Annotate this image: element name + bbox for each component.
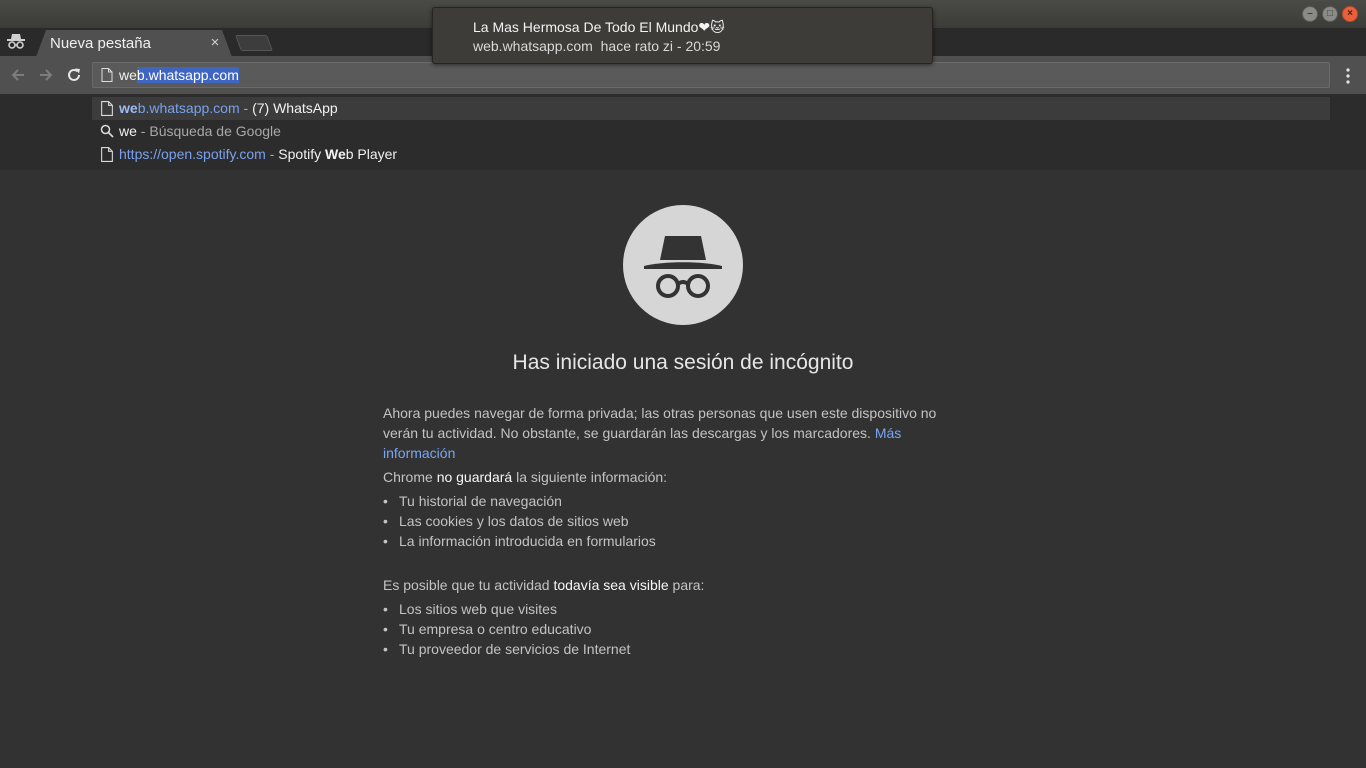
visible-list: Los sitios web que visites Tu empresa o … — [383, 599, 983, 659]
page-title: Has iniciado una sesión de incógnito — [512, 351, 854, 374]
forward-button[interactable] — [36, 65, 56, 85]
list-item: La información introducida en formulario… — [383, 531, 983, 551]
maximize-button[interactable]: □ — [1322, 6, 1338, 22]
notification-title: La Mas Hermosa De Todo El Mundo❤🐱 — [473, 19, 725, 35]
omnibox-suggestions: web.whatsapp.com - (7) WhatsApp we - Bús… — [0, 94, 1366, 170]
intro-text: Ahora puedes navegar de forma privada; l… — [383, 405, 937, 461]
incognito-hero-icon — [623, 205, 743, 325]
notification-message: hace rato zi - 20:59 — [600, 38, 721, 54]
search-icon — [100, 124, 114, 138]
not-saved-block: Chrome no guardará la siguiente informac… — [383, 467, 983, 575]
intro-block: Ahora puedes navegar de forma privada; l… — [383, 403, 983, 467]
page-icon — [101, 101, 113, 116]
menu-icon[interactable] — [1340, 67, 1356, 85]
suggestion-text: we - Búsqueda de Google — [119, 123, 281, 139]
visible-block: Es posible que tu actividad todavía sea … — [383, 575, 983, 659]
not-saved-list: Tu historial de navegación Las cookies y… — [383, 491, 983, 551]
new-tab-button[interactable] — [235, 35, 273, 51]
page-icon — [101, 68, 113, 82]
notification-site: web.whatsapp.com — [473, 38, 593, 54]
close-window-button[interactable]: × — [1342, 6, 1358, 22]
tab-title: Nueva pestaña — [50, 35, 151, 52]
list-item: Tu proveedor de servicios de Internet — [383, 639, 983, 659]
notification-body: web.whatsapp.com hace rato zi - 20:59 — [473, 38, 720, 54]
page-icon — [101, 147, 113, 162]
list-item: Tu historial de navegación — [383, 491, 983, 511]
back-button[interactable] — [8, 65, 28, 85]
incognito-info: Ahora puedes navegar de forma privada; l… — [383, 403, 983, 659]
list-item: Tu empresa o centro educativo — [383, 619, 983, 639]
omnibox[interactable]: web.whatsapp.com — [92, 62, 1330, 88]
suggestion-text: https://open.spotify.com - Spotify Web P… — [119, 146, 398, 162]
list-item: Los sitios web que visites — [383, 599, 983, 619]
omnibox-typed-text: we — [119, 67, 137, 83]
not-saved-heading: Chrome no guardará la siguiente informac… — [383, 469, 668, 485]
suggestion-whatsapp[interactable]: web.whatsapp.com - (7) WhatsApp — [92, 97, 1330, 120]
omnibox-input[interactable]: web.whatsapp.com — [119, 67, 239, 83]
visible-heading: Es posible que tu actividad todavía sea … — [383, 577, 705, 593]
list-item: Las cookies y los datos de sitios web — [383, 511, 983, 531]
suggestion-google-search[interactable]: we - Búsqueda de Google — [92, 120, 1330, 143]
tab-nueva-pestana[interactable]: Nueva pestaña × — [36, 30, 232, 57]
reload-button[interactable] — [64, 65, 84, 85]
arrow-left-icon — [11, 69, 24, 81]
suggestion-spotify[interactable]: https://open.spotify.com - Spotify Web P… — [92, 143, 1330, 166]
spy-icon — [644, 236, 722, 298]
reload-icon — [68, 68, 80, 81]
window-controls: – □ × — [1302, 6, 1358, 22]
desktop-notification[interactable]: La Mas Hermosa De Todo El Mundo❤🐱 web.wh… — [432, 7, 933, 64]
arrow-right-icon — [40, 69, 53, 81]
minimize-button[interactable]: – — [1302, 6, 1318, 22]
suggestion-text: web.whatsapp.com - (7) WhatsApp — [119, 100, 338, 116]
incognito-icon — [7, 34, 25, 49]
omnibox-autocomplete-selection: b.whatsapp.com — [136, 67, 239, 83]
tab-close-icon[interactable]: × — [208, 34, 222, 51]
